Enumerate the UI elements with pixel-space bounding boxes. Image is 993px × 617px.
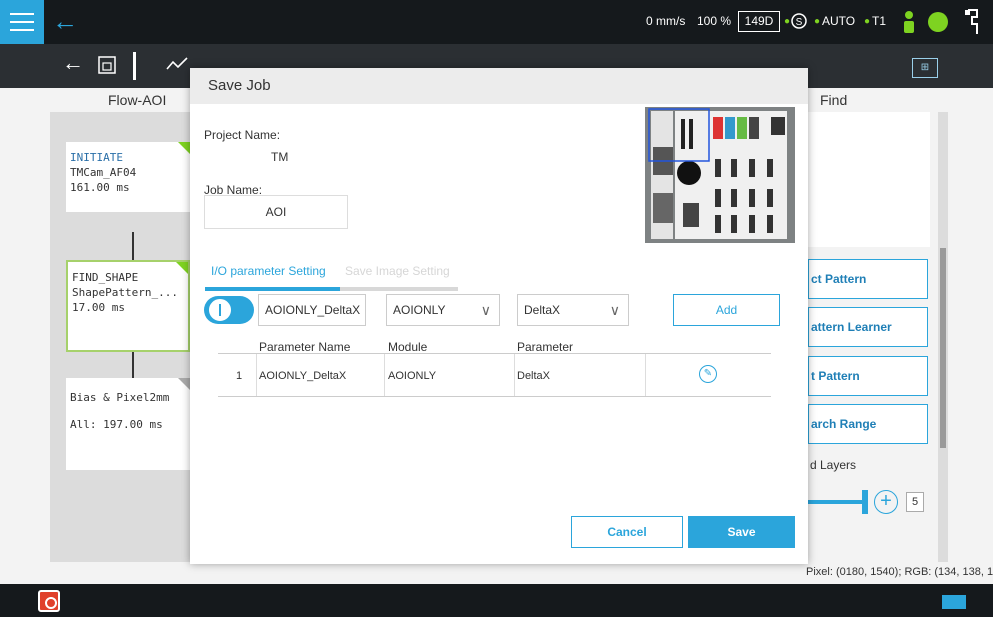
node-title: INITIATE xyxy=(70,151,123,164)
table-column-divider xyxy=(384,354,385,396)
auto-label: AUTO xyxy=(822,14,856,28)
table-column-divider xyxy=(514,354,515,396)
node-title: FIND_SHAPE xyxy=(72,271,139,284)
speed-percent: 100 % xyxy=(697,14,732,28)
menu-icon[interactable] xyxy=(0,0,44,44)
flow-connector xyxy=(132,352,134,378)
table-row-divider xyxy=(218,396,771,397)
mode-code-box[interactable]: 149D xyxy=(738,11,780,32)
module-select[interactable]: AOIONLY ∨ xyxy=(386,294,500,326)
layers-slider-thumb[interactable] xyxy=(862,490,868,514)
cancel-button[interactable]: Cancel xyxy=(571,516,683,548)
status-light-icon xyxy=(928,12,948,32)
job-preview-image xyxy=(645,107,795,243)
dialog-title: Save Job xyxy=(208,77,271,94)
select-pattern-button[interactable]: ct Pattern xyxy=(808,259,928,299)
save-button[interactable]: Save xyxy=(688,516,795,548)
parameter-name-input[interactable]: AOIONLY_DeltaX xyxy=(258,294,366,326)
find-scrollbar-thumb[interactable] xyxy=(940,248,946,448)
row-module: AOIONLY xyxy=(388,370,437,382)
edit-pattern-button[interactable]: t Pattern xyxy=(808,356,928,396)
chevron-down-icon: ∨ xyxy=(480,302,491,318)
plus-icon[interactable]: + xyxy=(874,490,898,514)
tab-io-parameter[interactable]: I/O parameter Setting xyxy=(211,264,326,278)
row-parameter-name: AOIONLY_DeltaX xyxy=(259,370,347,382)
flow-node-bias[interactable]: Bias & Pixel2mm All: 197.00 ms xyxy=(66,378,190,470)
back-arrow-icon[interactable]: ← xyxy=(52,6,78,36)
search-range-button[interactable]: arch Range xyxy=(808,404,928,444)
toolbar-back-icon[interactable]: ← xyxy=(62,50,84,76)
parameter-select[interactable]: DeltaX ∨ xyxy=(517,294,629,326)
save-file-icon[interactable] xyxy=(98,56,116,74)
node-time: 161.00 ms xyxy=(70,181,130,194)
layer-count: 5 xyxy=(906,492,924,512)
bottom-bar xyxy=(0,584,993,617)
table-column-divider xyxy=(645,354,646,396)
top-bar: ← 0 mm/s 100 % 149D ● S ● AUTO ● T1 xyxy=(0,0,993,44)
table-header-parameter: Parameter xyxy=(517,340,574,354)
auto-dot-icon: ● xyxy=(814,16,821,27)
keyboard-icon[interactable] xyxy=(942,595,966,609)
table-column-divider xyxy=(256,354,257,396)
speed-readout: 0 mm/s xyxy=(646,14,686,28)
node-corner-marker xyxy=(176,262,188,274)
layers-slider-track[interactable] xyxy=(808,500,866,504)
node-subtitle: TMCam_AF04 xyxy=(70,166,137,179)
toggle-knob[interactable] xyxy=(208,298,232,322)
node-time: All: 197.00 ms xyxy=(70,418,163,431)
module-select-value: AOIONLY xyxy=(393,303,446,317)
node-title: Bias & Pixel2mm xyxy=(70,391,170,404)
dialog-header: Save Job xyxy=(190,68,808,104)
status-dot-icon: ● xyxy=(784,16,791,27)
pattern-learner-button[interactable]: attern Learner xyxy=(808,307,928,347)
find-layers-label: d Layers xyxy=(810,458,857,472)
node-corner-marker xyxy=(178,142,190,154)
project-name-value: TM xyxy=(271,150,289,164)
flow-connector xyxy=(132,232,134,260)
edit-pencil-icon[interactable]: ✎ xyxy=(699,365,717,383)
parameter-name-value: AOIONLY_DeltaX xyxy=(265,303,361,317)
trend-icon[interactable] xyxy=(166,56,188,72)
add-button[interactable]: Add xyxy=(673,294,780,326)
node-corner-marker xyxy=(178,378,190,390)
job-name-input[interactable]: AOI xyxy=(204,195,348,229)
safety-s-icon: S xyxy=(791,13,807,29)
tab-save-image[interactable]: Save Image Setting xyxy=(345,264,450,278)
flow-title: Flow-AOI xyxy=(108,92,167,108)
table-header-module: Module xyxy=(388,340,428,354)
t1-dot-icon: ● xyxy=(864,16,871,27)
stop-icon[interactable] xyxy=(38,590,60,612)
table-header-parameter-name: Parameter Name xyxy=(259,340,351,354)
t1-label: T1 xyxy=(872,14,887,28)
pixel-info: Pixel: (0180, 1540); RGB: (134, 138, 134… xyxy=(806,566,993,578)
find-result-pane xyxy=(808,112,930,247)
row-index: 1 xyxy=(236,370,243,382)
project-name-label: Project Name: xyxy=(204,128,281,142)
svg-text:S: S xyxy=(796,17,803,28)
chevron-down-icon: ∨ xyxy=(609,302,620,318)
parameter-select-value: DeltaX xyxy=(524,303,561,317)
fit-view-icon[interactable]: ⊞ xyxy=(912,58,938,78)
toolbar-divider xyxy=(133,52,136,80)
table-header-divider xyxy=(218,353,771,354)
gripper-icon[interactable] xyxy=(900,10,918,34)
flow-node-initiate[interactable]: INITIATE TMCam_AF04 161.00 ms xyxy=(66,142,190,212)
node-time: 17.00 ms xyxy=(72,301,125,314)
flow-node-find-shape[interactable]: FIND_SHAPE ShapePattern_... 17.00 ms xyxy=(66,260,190,352)
tab-active-indicator xyxy=(205,287,340,291)
robot-arm-icon[interactable] xyxy=(962,8,984,36)
node-subtitle: ShapePattern_... xyxy=(72,286,178,299)
find-title: Find xyxy=(820,92,848,108)
row-parameter: DeltaX xyxy=(517,370,551,382)
